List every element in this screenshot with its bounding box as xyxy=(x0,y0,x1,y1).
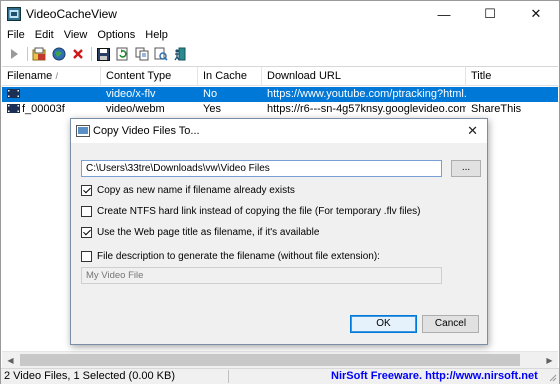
maximize-button[interactable]: ☐ xyxy=(467,1,513,27)
nirsoft-link[interactable]: NirSoft Freeware. http://www.nirsoft.net xyxy=(331,370,538,382)
copy-files-dialog: Copy Video Files To... ✕ ... Copy as new… xyxy=(70,118,488,345)
column-label: In Cache xyxy=(203,70,248,82)
web-icon xyxy=(52,47,65,61)
window-title: VideoCacheView xyxy=(26,7,117,21)
checkbox[interactable] xyxy=(81,184,92,196)
file-description-input[interactable] xyxy=(81,267,442,284)
browse-button[interactable]: ... xyxy=(451,160,481,177)
menu-options[interactable]: Options xyxy=(92,27,140,43)
table-row[interactable]: f_00003f video/webm Yes https://r6---sn-… xyxy=(2,102,558,117)
option-label: Use the Web page title as filename, if i… xyxy=(97,226,320,238)
dialog-close-button[interactable]: ✕ xyxy=(467,123,478,139)
menu-bar: File Edit View Options Help xyxy=(1,27,559,43)
scroll-right-button[interactable]: ▶ xyxy=(541,352,558,369)
copy-button[interactable] xyxy=(133,46,150,62)
checkbox[interactable] xyxy=(81,205,92,217)
list-header: Filename / Content Type In Cache Downloa… xyxy=(2,67,558,86)
scrollbar-thumb[interactable] xyxy=(20,354,520,366)
cell-filename xyxy=(2,87,101,102)
cell-in-cache: No xyxy=(203,88,218,100)
dialog-title: Copy Video Files To... xyxy=(93,125,200,137)
status-divider xyxy=(228,370,229,383)
cell-download-url: https://www.youtube.com/ptracking?html..… xyxy=(267,88,466,100)
properties-button[interactable] xyxy=(152,46,169,62)
option-file-description[interactable]: File description to generate the filenam… xyxy=(81,249,380,263)
toolbar xyxy=(1,44,559,64)
horizontal-scrollbar[interactable]: ◀ ▶ xyxy=(2,351,558,368)
copy-icon xyxy=(135,47,148,61)
option-copy-new-name[interactable]: Copy as new name if filename already exi… xyxy=(81,183,295,197)
cell-filename: f_00003f xyxy=(2,102,101,117)
menu-edit[interactable]: Edit xyxy=(30,27,59,43)
video-file-icon xyxy=(7,89,20,98)
exit-button[interactable] xyxy=(171,46,188,62)
status-summary: 2 Video Files, 1 Selected (0.00 KB) xyxy=(4,370,176,382)
column-in-cache[interactable]: In Cache xyxy=(198,67,262,86)
play-button[interactable] xyxy=(5,46,22,62)
save-icon xyxy=(97,47,110,61)
toolbar-separator xyxy=(91,47,92,61)
table-row[interactable]: video/x-flv No https://www.youtube.com/p… xyxy=(2,87,558,102)
ok-button[interactable]: OK xyxy=(350,315,417,333)
play-icon xyxy=(10,49,18,59)
scroll-left-button[interactable]: ◀ xyxy=(2,352,19,369)
delete-icon xyxy=(72,49,83,59)
close-button[interactable]: ✕ xyxy=(513,1,559,27)
destination-path-input[interactable] xyxy=(81,160,442,177)
title-bar: VideoCacheView — ☐ ✕ xyxy=(1,1,559,27)
column-filename[interactable]: Filename / xyxy=(2,67,101,86)
option-label: Copy as new name if filename already exi… xyxy=(97,184,295,196)
open-icon xyxy=(32,47,46,61)
cell-content-type: video/x-flv xyxy=(106,88,156,100)
delete-button[interactable] xyxy=(69,46,86,62)
filename-text: f_00003f xyxy=(22,103,65,115)
refresh-icon xyxy=(116,47,128,61)
app-icon xyxy=(7,7,21,21)
menu-file[interactable]: File xyxy=(1,27,30,43)
menu-view[interactable]: View xyxy=(59,27,93,43)
save-button[interactable] xyxy=(95,46,112,62)
open-button[interactable] xyxy=(31,46,48,62)
refresh-button[interactable] xyxy=(114,46,131,62)
menu-help[interactable]: Help xyxy=(140,27,173,43)
cancel-button[interactable]: Cancel xyxy=(422,315,479,333)
cell-content-type: video/webm xyxy=(106,103,165,115)
column-title[interactable]: Title xyxy=(466,67,558,86)
toolbar-separator xyxy=(27,47,28,61)
resize-grip-icon[interactable] xyxy=(548,373,557,382)
column-label: Filename xyxy=(7,70,53,82)
video-file-icon xyxy=(7,104,20,113)
dialog-title-bar: Copy Video Files To... ✕ xyxy=(71,119,487,143)
cell-download-url: https://r6---sn-4g57knsy.googlevideo.com… xyxy=(267,103,466,115)
status-bar: 2 Video Files, 1 Selected (0.00 KB) NirS… xyxy=(1,368,559,384)
option-label: Create NTFS hard link instead of copying… xyxy=(97,205,421,217)
checkbox[interactable] xyxy=(81,226,92,238)
cell-title xyxy=(466,87,558,102)
cell-in-cache: Yes xyxy=(203,103,221,115)
main-window: VideoCacheView — ☐ ✕ File Edit View Opti… xyxy=(0,0,560,384)
column-label: Content Type xyxy=(106,70,172,82)
column-label: Title xyxy=(471,70,492,82)
column-content-type[interactable]: Content Type xyxy=(101,67,198,86)
option-ntfs-hard-link[interactable]: Create NTFS hard link instead of copying… xyxy=(81,204,420,218)
option-label: File description to generate the filenam… xyxy=(97,250,380,262)
web-button[interactable] xyxy=(50,46,67,62)
minimize-button[interactable]: — xyxy=(421,1,467,27)
column-label: Download URL xyxy=(267,70,341,82)
properties-icon xyxy=(154,47,168,61)
sort-indicator: / xyxy=(55,71,58,81)
cell-title: ShareThis xyxy=(471,103,522,115)
checkbox[interactable] xyxy=(81,250,92,262)
option-use-page-title[interactable]: Use the Web page title as filename, if i… xyxy=(81,225,319,239)
exit-icon xyxy=(173,47,185,61)
column-download-url[interactable]: Download URL xyxy=(262,67,466,86)
dialog-app-icon xyxy=(76,125,90,137)
